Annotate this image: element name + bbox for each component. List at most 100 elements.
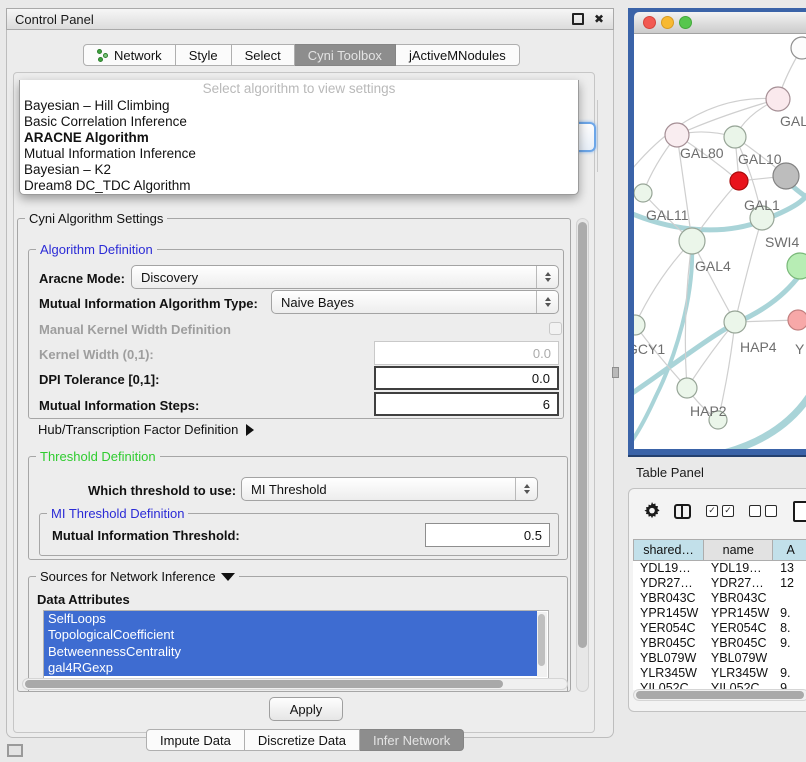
table-cell: YER054C (704, 621, 773, 636)
network-node-gal1[interactable] (730, 172, 748, 190)
panel-divider-grip[interactable] (612, 367, 619, 378)
network-node-hap2[interactable] (677, 378, 697, 398)
table-cell: YDL19… (633, 561, 704, 576)
mi-threshold-field[interactable]: 0.5 (425, 523, 550, 547)
expand-right-icon (246, 424, 254, 436)
settings-vertical-scrollbar[interactable] (576, 218, 589, 692)
minimize-window-button[interactable] (661, 16, 674, 29)
algorithm-option[interactable]: ARACNE Algorithm (20, 130, 578, 146)
zoom-window-button[interactable] (679, 16, 692, 29)
minimized-panel-grip[interactable] (7, 744, 23, 757)
table-cell: YBR045C (704, 636, 773, 651)
hub-definition-section[interactable]: Hub/Transcription Factor Definition (38, 422, 254, 437)
node-label: GAL80 (680, 145, 724, 161)
network-node-gal80[interactable] (665, 123, 689, 147)
mi-algorithm-type-combo[interactable]: Naive Bayes (271, 290, 559, 314)
column-header-2[interactable]: name (704, 539, 773, 561)
table-row[interactable]: YDL19…YDL19…13 (633, 561, 806, 576)
algorithm-option[interactable]: Bayesian – Hill Climbing (20, 98, 578, 114)
table-row[interactable]: YBL079WYBL079W (633, 651, 806, 666)
mi-steps-label: Mutual Information Steps: (39, 398, 199, 413)
apply-button[interactable]: Apply (269, 697, 343, 721)
table-cell: YBR043C (704, 591, 773, 606)
tab-label: Cyni Toolbox (308, 48, 382, 63)
which-threshold-combo[interactable]: MI Threshold (241, 477, 538, 501)
table-row[interactable]: YLR345WYLR345W9. (633, 666, 806, 681)
table-cell: YER054C (633, 621, 704, 636)
table-rows: YDL19…YDL19…13YDR27…YDR27…12YBR043CYBR04… (633, 561, 806, 690)
dpi-tolerance-field[interactable]: 0.0 (374, 366, 559, 390)
network-node-gcy1[interactable] (634, 315, 645, 335)
table-row[interactable]: YBR045CYBR045C9. (633, 636, 806, 651)
tab-cyni-toolbox[interactable]: Cyni Toolbox (295, 44, 396, 66)
node-label: HAP2 (690, 403, 727, 419)
close-window-button[interactable] (643, 16, 656, 29)
control-panel-body: NetworkStyleSelect Cyni Toolbox jActiveMNo… (6, 30, 614, 738)
table-cell (773, 651, 806, 666)
aracne-mode-combo[interactable]: Discovery (131, 265, 559, 289)
network-node-gal4[interactable] (679, 228, 705, 254)
settings-group-title: Cyni Algorithm Settings (25, 211, 167, 226)
tab-network[interactable]: Network (83, 44, 176, 66)
node-label: GAL4 (695, 258, 731, 274)
table-row[interactable]: YPR145WYPR145W9. (633, 606, 806, 621)
manual-kernel-label: Manual Kernel Width Definition (39, 322, 231, 337)
network-node-hap4[interactable] (724, 311, 746, 333)
deselect-all-checks-icon[interactable] (749, 505, 777, 517)
settings-horizontal-scrollbar[interactable] (22, 678, 568, 690)
column-header-1[interactable]: shared… (633, 539, 704, 561)
table-row[interactable]: YER054CYER054C8. (633, 621, 806, 636)
close-panel-icon[interactable]: ✖ (594, 13, 604, 25)
network-canvas[interactable]: GALGAL80GAL10GAL1GAL11SWI4GAL4GCY1HAP4YH… (634, 34, 806, 449)
algorithm-option[interactable]: Bayesian – K2 (20, 162, 578, 178)
table-row[interactable]: YBR043CYBR043C (633, 591, 806, 606)
algorithm-option[interactable]: Basic Correlation Inference (20, 114, 578, 130)
kernel-width-field[interactable]: 0.0 (374, 341, 559, 365)
table-header-row: shared…nameA (633, 539, 806, 561)
bottom-tab-discretize-data[interactable]: Discretize Data (245, 729, 360, 751)
select-all-checks-icon[interactable]: ✓✓ (706, 505, 734, 517)
network-icon (97, 49, 109, 62)
table-horizontal-scrollbar[interactable] (633, 689, 806, 701)
manual-kernel-checkbox[interactable] (549, 322, 562, 335)
network-node[interactable] (787, 253, 806, 279)
column-header-3[interactable]: A (773, 539, 806, 561)
table-cell: YBR045C (633, 636, 704, 651)
algorithm-option[interactable]: Dream8 DC_TDC Algorithm (20, 178, 578, 194)
sources-group-title[interactable]: Sources for Network Inference (36, 569, 239, 584)
control-panel: Control Panel ✖ NetworkStyleSelect Cyni T… (6, 8, 614, 738)
mi-algorithm-type-value: Naive Bayes (281, 295, 354, 310)
mi-threshold-definition-title: MI Threshold Definition (47, 506, 188, 521)
table-cell: YPR145W (704, 606, 773, 621)
data-attributes-list[interactable]: SelfLoopsTopologicalCoefficientBetweenne… (43, 610, 549, 679)
data-attribute-item[interactable]: gal4RGexp (44, 660, 537, 676)
gear-icon[interactable] (643, 502, 661, 520)
network-node[interactable] (791, 37, 806, 59)
network-node-gal10[interactable] (724, 126, 746, 148)
threshold-definition-title: Threshold Definition (36, 449, 160, 464)
which-threshold-label: Which threshold to use: (88, 483, 236, 498)
tab-jactivemnodules[interactable]: jActiveMNodules (396, 44, 520, 66)
network-node-y[interactable] (788, 310, 806, 330)
algorithm-option[interactable]: Mutual Information Inference (20, 146, 578, 162)
float-panel-icon[interactable] (572, 13, 584, 25)
table-row[interactable]: YDR27…YDR27…12 (633, 576, 806, 591)
combo-stepper-icon (515, 478, 537, 500)
bottom-tab-impute-data[interactable]: Impute Data (146, 729, 245, 751)
attributes-scrollbar[interactable] (537, 612, 547, 677)
group-border-fragment (597, 100, 598, 172)
mi-steps-field[interactable]: 6 (374, 392, 559, 416)
tab-select[interactable]: Select (232, 44, 295, 66)
network-node-gal[interactable] (766, 87, 790, 111)
data-attribute-item[interactable]: BetweennessCentrality (44, 644, 537, 660)
sources-group: Sources for Network Inference Data Attri… (28, 576, 568, 691)
control-panel-title: Control Panel (7, 12, 572, 27)
network-node-gal11[interactable] (634, 184, 652, 202)
bottom-tab-infer-network[interactable]: Infer Network (360, 729, 464, 751)
document-icon[interactable] (793, 501, 806, 522)
mi-threshold-definition-group: MI Threshold Definition Mutual Informati… (39, 513, 559, 556)
tab-style[interactable]: Style (176, 44, 232, 66)
data-attribute-item[interactable]: TopologicalCoefficient (44, 627, 537, 643)
data-attribute-item[interactable]: SelfLoops (44, 611, 537, 627)
columns-icon[interactable] (674, 504, 691, 519)
